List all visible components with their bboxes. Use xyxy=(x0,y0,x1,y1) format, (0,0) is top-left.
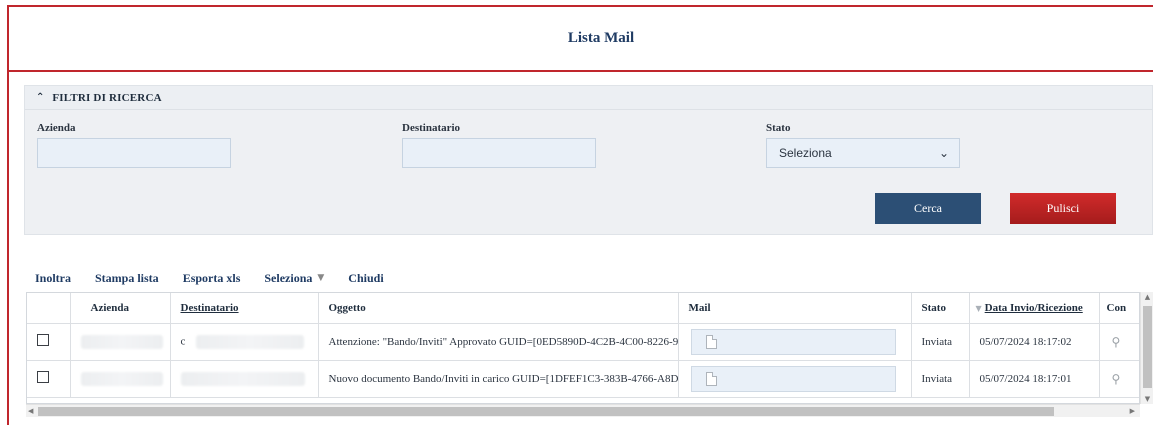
header-mail[interactable]: Mail xyxy=(678,293,912,324)
cell-azienda xyxy=(70,360,171,398)
header-oggetto[interactable]: Oggetto xyxy=(318,293,679,324)
cell-oggetto: Nuovo documento Bando/Inviti in carico G… xyxy=(318,360,679,398)
cerca-button[interactable]: Cerca xyxy=(875,193,981,224)
chiudi-button[interactable]: Chiudi xyxy=(348,271,383,286)
row-checkbox[interactable] xyxy=(37,334,49,346)
scroll-down-icon[interactable]: ▼ xyxy=(1141,395,1153,403)
table-row[interactable]: Nuovo documento Bando/Inviti in carico G… xyxy=(27,360,1139,398)
mail-preview-field[interactable] xyxy=(690,365,896,392)
filters-toggle[interactable]: ⌃ FILTRI DI RICERCA xyxy=(25,86,1152,110)
destinatario-label: Destinatario xyxy=(402,122,461,134)
horizontal-scrollbar[interactable]: ◀ ▶ xyxy=(26,404,1140,417)
vertical-scrollbar[interactable]: ▲ ▼ xyxy=(1140,292,1153,404)
scroll-right-icon[interactable]: ▶ xyxy=(1130,405,1135,418)
horizontal-scroll-thumb[interactable] xyxy=(38,407,1054,416)
vertical-scroll-thumb[interactable] xyxy=(1143,306,1152,388)
header-data[interactable]: ▼ Data Invio/Ricezione xyxy=(969,293,1100,324)
cell-mail[interactable] xyxy=(678,360,912,398)
document-icon xyxy=(705,371,717,386)
header-azienda[interactable]: Azienda xyxy=(70,293,171,324)
redacted-azienda xyxy=(80,334,163,349)
stato-label: Stato xyxy=(766,122,791,134)
cell-view[interactable]: ⚲ xyxy=(1099,323,1139,361)
destinatario-prefix: c xyxy=(180,335,186,348)
mail-grid: Azienda Destinatario Oggetto Mail Stato … xyxy=(26,292,1140,404)
cell-data: 05/07/2024 18:17:01 xyxy=(969,360,1100,398)
destinatario-input[interactable] xyxy=(402,138,596,168)
pulisci-button[interactable]: Pulisci xyxy=(1010,193,1116,224)
row-checkbox-cell[interactable] xyxy=(27,360,71,398)
header-select xyxy=(27,293,71,324)
header-destinatario[interactable]: Destinatario xyxy=(170,293,319,324)
caret-down-icon: ▼ xyxy=(317,273,325,283)
table-header-row: Azienda Destinatario Oggetto Mail Stato … xyxy=(27,293,1139,324)
seleziona-menu[interactable]: Seleziona ▼ xyxy=(264,271,324,286)
stato-select[interactable]: Seleziona ⌄ xyxy=(766,138,960,168)
stampa-lista-button[interactable]: Stampa lista xyxy=(95,271,159,286)
mail-preview-field[interactable] xyxy=(690,328,896,355)
seleziona-label: Seleziona xyxy=(264,270,313,285)
page-title: Lista Mail xyxy=(567,30,635,46)
azienda-label: Azienda xyxy=(37,122,76,134)
chevron-down-icon: ⌄ xyxy=(938,146,949,160)
magnifier-icon[interactable]: ⚲ xyxy=(1112,335,1121,349)
azienda-input[interactable] xyxy=(37,138,231,168)
filters-title: FILTRI DI RICERCA xyxy=(52,91,162,104)
cell-data: 05/07/2024 18:17:02 xyxy=(969,323,1100,361)
header-con[interactable]: Con xyxy=(1099,293,1139,324)
row-checkbox[interactable] xyxy=(37,371,49,383)
stato-selected-value: Seleziona xyxy=(779,146,832,160)
scroll-left-icon[interactable]: ◀ xyxy=(28,405,33,418)
list-toolbar: Inoltra Stampa lista Esporta xls Selezio… xyxy=(35,270,408,286)
cell-stato: Inviata xyxy=(911,323,970,361)
magnifier-icon[interactable]: ⚲ xyxy=(1112,372,1121,386)
cell-mail[interactable] xyxy=(678,323,912,361)
scroll-up-icon[interactable]: ▲ xyxy=(1141,293,1153,301)
redacted-destinatario xyxy=(180,371,305,386)
esporta-xls-button[interactable]: Esporta xls xyxy=(183,271,241,286)
cell-oggetto: Attenzione: "Bando/Inviti" Approvato GUI… xyxy=(318,323,679,361)
cell-azienda xyxy=(70,323,171,361)
chevron-up-icon: ⌃ xyxy=(36,92,45,103)
cell-stato: Inviata xyxy=(911,360,970,398)
page-header: Lista Mail xyxy=(9,7,1153,72)
header-stato[interactable]: Stato xyxy=(911,293,970,324)
row-checkbox-cell[interactable] xyxy=(27,323,71,361)
cell-destinatario xyxy=(170,360,319,398)
document-icon xyxy=(705,334,717,349)
redacted-azienda xyxy=(80,371,163,386)
table-row[interactable]: c Attenzione: "Bando/Inviti" Approvato G… xyxy=(27,323,1139,361)
cell-view[interactable]: ⚲ xyxy=(1099,360,1139,398)
cell-destinatario: c xyxy=(170,323,319,361)
sort-desc-icon: ▼ xyxy=(975,303,982,313)
redacted-destinatario xyxy=(196,334,305,349)
inoltra-button[interactable]: Inoltra xyxy=(35,271,71,286)
